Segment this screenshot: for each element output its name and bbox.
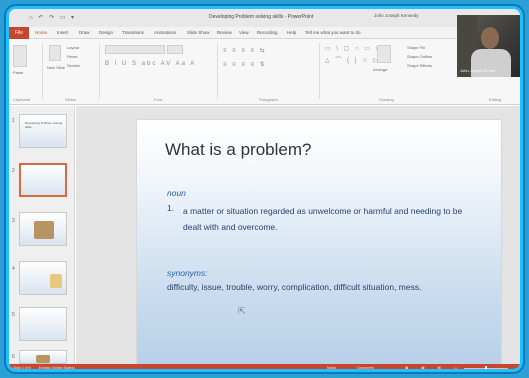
status-bar: Slide 2 of 6 English (United States) Not… — [9, 364, 520, 370]
notes-button[interactable]: Notes — [327, 366, 336, 369]
thumb-number: 5 — [12, 312, 15, 318]
section-button[interactable]: Section — [67, 63, 80, 68]
definition-text[interactable]: a matter or situation regarded as unwelc… — [183, 203, 483, 235]
webcam-overlay: John Joseph Kenne... — [457, 15, 520, 77]
separator — [99, 43, 100, 99]
tell-me-search[interactable]: Tell me what you want to do — [305, 30, 361, 35]
tab-home[interactable]: Home — [35, 30, 47, 35]
thumb-number: 6 — [12, 354, 15, 360]
paragraph-buttons[interactable]: ≡ ≡ ≡ ≡ ⇆ — [223, 47, 267, 54]
slide-thumbnail[interactable]: Developing Problem solving skills — [19, 114, 67, 148]
group-editing: Editing — [489, 97, 502, 102]
thumb-image — [34, 221, 54, 239]
definition-number: 1. — [167, 203, 175, 213]
thumb-number: 2 — [12, 168, 15, 174]
tab-draw[interactable]: Draw — [79, 30, 90, 35]
paste-icon[interactable] — [13, 45, 27, 67]
ribbon-tabs: File Home Insert Draw Design Transitions… — [9, 27, 520, 39]
arrange-icon[interactable] — [377, 45, 391, 63]
window-title: Developing Problem solving skills - Powe… — [209, 14, 314, 20]
tab-slide-show[interactable]: Slide Show — [187, 30, 210, 35]
thumb-image — [50, 274, 62, 288]
thumb-number: 3 — [12, 218, 15, 224]
title-bar: ⌂ ↶ ↷ ▭ ▾ Developing Problem solving ski… — [9, 9, 520, 27]
thumb-title: Developing Problem solving skills — [25, 121, 63, 129]
ribbon: Paste Clipboard New Slide Layout Reset S… — [9, 39, 520, 105]
slide-thumbnail[interactable] — [19, 212, 67, 246]
current-slide[interactable]: What is a problem? noun 1. a matter or s… — [137, 120, 501, 364]
separator — [42, 43, 43, 99]
thumb-image — [36, 355, 50, 363]
slide-thumbnail[interactable] — [19, 261, 67, 295]
slide-thumbnail[interactable] — [19, 307, 67, 341]
tab-review[interactable]: Review — [217, 30, 232, 35]
group-slides: Slides — [65, 97, 76, 102]
new-slide-label[interactable]: New Slide — [47, 65, 65, 70]
tab-insert[interactable]: Insert — [57, 30, 68, 35]
slide-counter: Slide 2 of 6 — [13, 366, 31, 370]
tab-transitions[interactable]: Transitions — [122, 30, 144, 35]
font-size-dropdown[interactable] — [167, 45, 183, 54]
tab-file[interactable]: File — [9, 27, 29, 39]
thumb-number: 4 — [12, 266, 15, 272]
new-slide-icon[interactable] — [49, 45, 61, 61]
group-drawing: Drawing — [379, 97, 394, 102]
view-buttons[interactable]: ▣ ▦ ▤ ▭ — [405, 366, 463, 369]
layout-button[interactable]: Layout — [67, 45, 79, 50]
tab-help[interactable]: Help — [287, 30, 296, 35]
alignment-buttons[interactable]: ≡ ≡ ≡ ≡ ⇅ — [223, 61, 267, 68]
slide-thumbnail[interactable] — [19, 350, 67, 364]
synonyms-text[interactable]: difficulty, issue, trouble, worry, compl… — [167, 282, 497, 292]
quick-access-toolbar[interactable]: ⌂ ↶ ↷ ▭ ▾ — [29, 14, 76, 21]
tab-design[interactable]: Design — [99, 30, 113, 35]
shape-outline-button[interactable]: Shape Outline — [407, 54, 432, 59]
synonyms-label[interactable]: synonyms: — [167, 268, 208, 278]
webcam-name-label: John Joseph Kenne... — [460, 68, 499, 73]
app-frame: ⌂ ↶ ↷ ▭ ▾ Developing Problem solving ski… — [6, 6, 523, 372]
font-name-dropdown[interactable] — [105, 45, 165, 54]
shape-effects-button[interactable]: Shape Effects — [407, 63, 432, 68]
comments-button[interactable]: Comments — [357, 366, 374, 369]
font-format-buttons[interactable]: B I U S abc AV Aa A — [105, 61, 196, 67]
mouse-cursor-icon: ⇱ — [238, 306, 246, 316]
tab-recording[interactable]: Recording — [257, 30, 278, 35]
language-indicator[interactable]: English (United States) — [39, 366, 75, 369]
arrange-label[interactable]: Arrange — [373, 67, 387, 72]
slide-thumbnail-selected[interactable] — [19, 163, 67, 197]
shapes-gallery-row2[interactable]: △ ⌒ { } ☆ ▷ — [325, 55, 380, 64]
slide-title[interactable]: What is a problem? — [165, 140, 311, 160]
group-clipboard: Clipboard — [13, 97, 31, 102]
zoom-slider-thumb[interactable] — [485, 366, 487, 369]
presenter-head — [481, 27, 499, 49]
shape-fill-button[interactable]: Shape Fill — [407, 45, 425, 50]
account-name[interactable]: John Joseph Kennedy — [374, 13, 419, 18]
group-paragraph: Paragraph — [259, 97, 278, 102]
paste-label[interactable]: Paste — [13, 70, 23, 75]
shapes-gallery[interactable]: ▭ \ ▢ ○ ▭ ⬠ — [325, 45, 383, 52]
group-font: Font — [154, 97, 163, 102]
thumb-number: 1 — [12, 118, 15, 124]
tab-animations[interactable]: Animations — [154, 30, 176, 35]
slide-thumbnail-pane: 1 Developing Problem solving skills 2 3 … — [9, 106, 75, 364]
separator — [217, 43, 218, 99]
reset-button[interactable]: Reset — [67, 54, 77, 59]
tab-view[interactable]: View — [239, 30, 249, 35]
noun-label[interactable]: noun — [167, 188, 186, 198]
separator — [319, 43, 320, 99]
